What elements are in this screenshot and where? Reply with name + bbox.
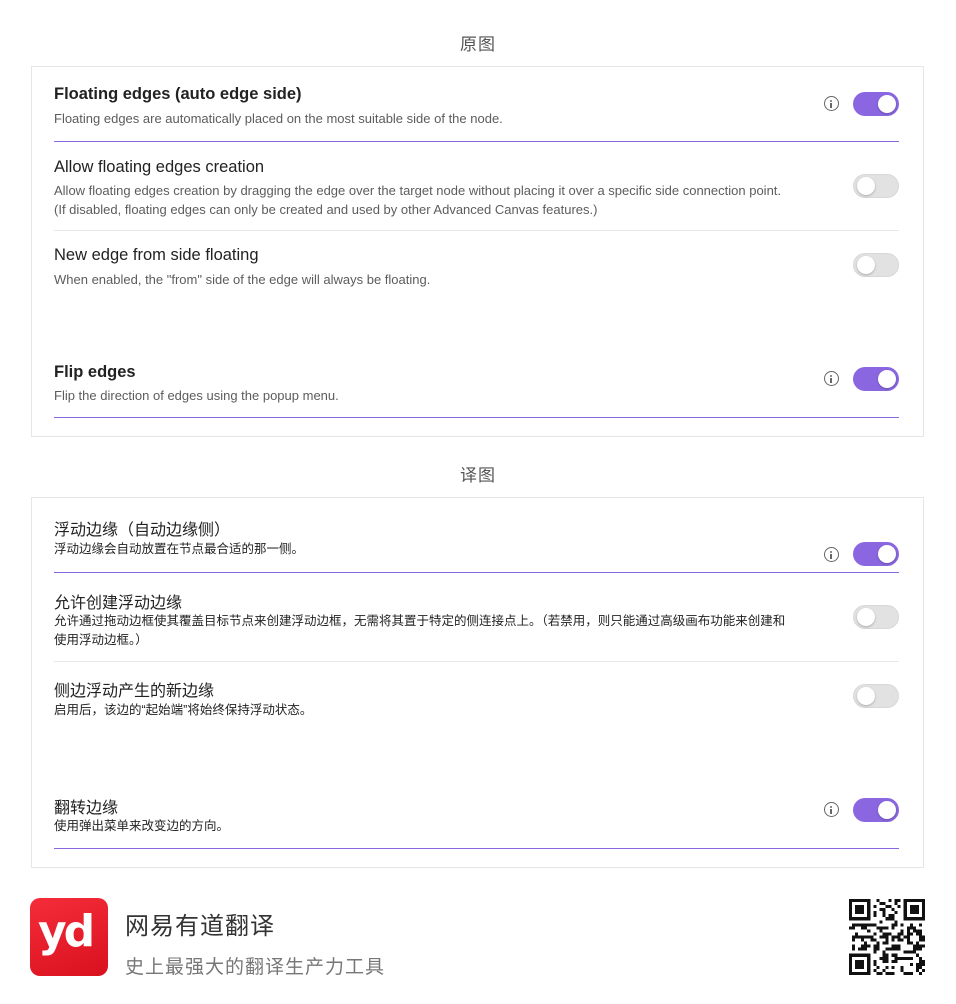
settings-panel-translated: 浮动边缘（自动边缘侧） 浮动边缘会自动放置在节点最合适的那一侧。 允许创建浮动边… xyxy=(31,497,924,868)
setting-allow-floating-creation: Allow floating edges creation Allow floa… xyxy=(54,158,899,217)
setting-description: 浮动边缘会自动放置在节点最合适的那一侧。 xyxy=(54,542,305,556)
setting-floating-edges: Floating edges (auto edge side) Floating… xyxy=(54,85,899,126)
setting-title: 侧边浮动产生的新边缘 xyxy=(54,683,215,700)
logo-text: yd xyxy=(38,906,95,957)
floating-edges-toggle[interactable] xyxy=(853,92,899,116)
setting-title: 浮动边缘（自动边缘侧） xyxy=(54,522,231,539)
caption-original: 原图 xyxy=(460,35,496,54)
toggle-knob xyxy=(857,608,875,626)
row-divider xyxy=(54,661,899,662)
info-icon[interactable] xyxy=(824,371,839,386)
allow-floating-creation-toggle[interactable] xyxy=(853,605,899,629)
setting-title: Allow floating edges creation xyxy=(54,158,265,176)
info-icon[interactable] xyxy=(824,802,839,817)
setting-allow-floating-creation: 允许创建浮动边缘 允许通过拖动边框使其覆盖目标节点来创建浮动边框，无需将其置于特… xyxy=(54,589,899,647)
allow-floating-creation-toggle[interactable] xyxy=(853,174,899,198)
setting-title: Floating edges (auto edge side) xyxy=(54,85,302,103)
setting-flip-edges: 翻转边缘 使用弹出菜单来改变边的方向。 xyxy=(54,794,899,834)
toggle-knob xyxy=(878,370,896,388)
setting-new-edge-floating: 侧边浮动产生的新边缘 启用后，该边的“起始端”将始终保持浮动状态。 xyxy=(54,677,899,717)
setting-description: 使用浮动边框。） xyxy=(54,633,148,647)
setting-new-edge-floating: New edge from side floating When enabled… xyxy=(54,246,899,287)
caption-translated: 译图 xyxy=(460,466,496,485)
setting-description: 允许通过拖动边框使其覆盖目标节点来创建浮动边框，无需将其置于特定的侧连接点上。（… xyxy=(54,614,786,628)
section-divider xyxy=(54,848,899,849)
floating-edges-toggle[interactable] xyxy=(853,542,899,566)
setting-title: New edge from side floating xyxy=(54,246,259,264)
setting-description: Floating edges are automatically placed … xyxy=(54,111,503,126)
setting-title: Flip edges xyxy=(54,363,136,381)
brand-subtitle: 史上最强大的翻译生产力工具 xyxy=(125,957,386,978)
brand-title: 网易有道翻译 xyxy=(125,913,275,940)
toggle-knob xyxy=(878,801,896,819)
toggle-knob xyxy=(857,256,875,274)
new-edge-floating-toggle[interactable] xyxy=(853,684,899,708)
setting-description: (If disabled, floating edges can only be… xyxy=(54,202,598,217)
setting-description: Allow floating edges creation by draggin… xyxy=(54,183,782,198)
setting-title: 允许创建浮动边缘 xyxy=(54,595,183,612)
flip-edges-toggle[interactable] xyxy=(853,798,899,822)
row-divider xyxy=(54,230,899,231)
info-icon[interactable] xyxy=(824,96,839,111)
section-divider xyxy=(54,572,899,573)
setting-description: When enabled, the "from" side of the edg… xyxy=(54,272,431,287)
settings-panel-original: Floating edges (auto edge side) Floating… xyxy=(31,66,924,437)
setting-floating-edges: 浮动边缘（自动边缘侧） 浮动边缘会自动放置在节点最合适的那一侧。 xyxy=(54,516,899,566)
setting-description: 使用弹出菜单来改变边的方向。 xyxy=(54,819,230,833)
toggle-knob xyxy=(878,545,896,563)
new-edge-floating-toggle[interactable] xyxy=(853,253,899,277)
setting-description: 启用后，该边的“起始端”将始终保持浮动状态。 xyxy=(54,703,313,717)
setting-title: 翻转边缘 xyxy=(54,800,119,817)
toggle-knob xyxy=(857,687,875,705)
qr-code-icon xyxy=(849,899,925,975)
toggle-knob xyxy=(878,95,896,113)
setting-flip-edges: Flip edges Flip the direction of edges u… xyxy=(54,363,899,403)
setting-description: Flip the direction of edges using the po… xyxy=(54,388,339,403)
toggle-knob xyxy=(857,177,875,195)
flip-edges-toggle[interactable] xyxy=(853,367,899,391)
section-divider xyxy=(54,141,899,142)
section-divider xyxy=(54,417,899,418)
info-icon[interactable] xyxy=(824,547,839,562)
youdao-logo: yd xyxy=(30,898,108,976)
